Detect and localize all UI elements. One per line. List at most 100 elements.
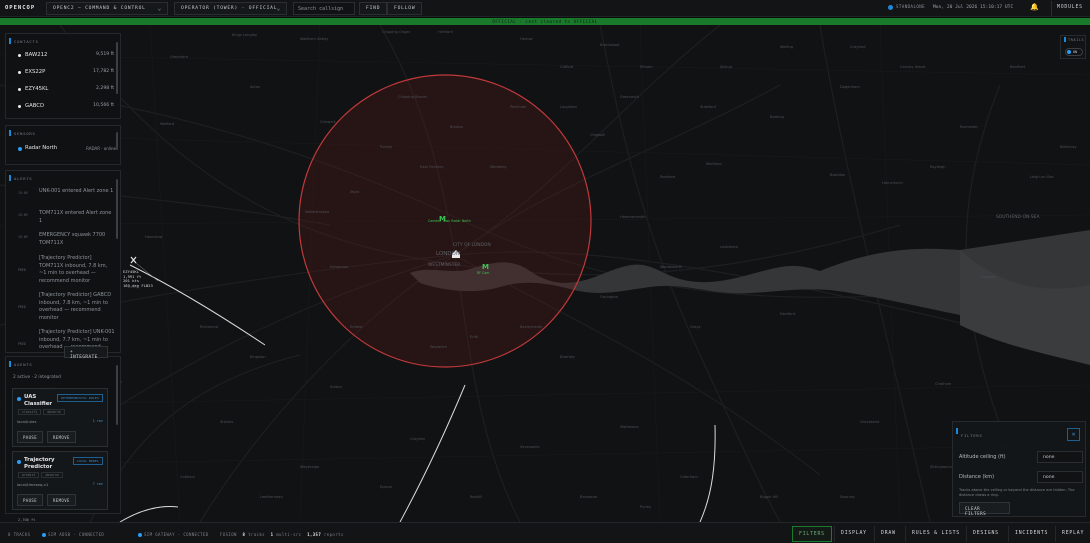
map-place-label: Barking	[770, 115, 784, 119]
agent-name: Trajectory Predictor	[24, 457, 55, 470]
map-place-label: Weybridge	[300, 465, 320, 469]
map-place-label: Rochester	[960, 125, 978, 129]
standalone-status: STANDALONE	[888, 4, 925, 10]
clear-filters-button[interactable]: CLEAR FILTERS	[959, 502, 1010, 516]
fusion-reports-label: reports	[323, 532, 344, 537]
agent-model: local/timeseq-v1	[17, 482, 49, 487]
map-place-label: Grays	[690, 325, 701, 329]
map-place-label: Greenwich	[620, 95, 640, 99]
distance-input[interactable]: none	[1037, 471, 1083, 483]
remove-button[interactable]: REMOVE	[47, 494, 76, 506]
contact-dot-icon	[18, 71, 21, 74]
sim-adsb-status: SIM ADSB · CONNECTED	[42, 532, 104, 537]
agent-model: local/rules	[17, 419, 37, 424]
map-place-label: Bexleyheath	[520, 325, 543, 329]
contact-altitude: 9,519 ft	[96, 52, 114, 57]
bottom-bar: 8 TRACKS SIM ADSB · CONNECTED SIM GATEWA…	[0, 522, 1090, 543]
agent-card: Trajectory Predictor LOCAL MODEL predict…	[12, 451, 108, 510]
map-place-label: Gravesend	[860, 420, 880, 424]
alert-item[interactable]: 15:09 UNK-001 entered Alert zone 1	[18, 188, 116, 208]
contacts-scrollbar[interactable]	[116, 42, 118, 94]
rules-lists-button[interactable]: RULES & LISTS	[905, 526, 966, 542]
alert-item[interactable]: 15:09 TOM711X entered Alert zone 1	[18, 210, 116, 230]
agent-tags: classify observe	[18, 409, 67, 415]
contact-dot-icon	[18, 88, 21, 91]
role-dropdown[interactable]: OPERATOR (TOWER) · OFFICIAL ⌄	[174, 2, 287, 15]
map-label-sensor-2: RF Cam	[477, 271, 490, 275]
map-label-city: CITY OF LONDON	[453, 243, 491, 248]
find-button[interactable]: FIND	[359, 2, 388, 15]
map-place-label: Sutton	[330, 385, 342, 389]
follow-button[interactable]: FOLLOW	[387, 2, 423, 15]
display-button[interactable]: DISPLAY	[834, 526, 873, 542]
contact-row[interactable]: EZY45KL 2,298 ft	[18, 85, 114, 95]
alert-item[interactable]: 15:09 EMERGENCY squawk 7700 TOM711X	[18, 232, 116, 252]
designs-button[interactable]: DESIGNS	[966, 526, 1005, 542]
map-place-label: Purley	[640, 505, 652, 509]
replay-button[interactable]: REPLAY	[1055, 526, 1090, 542]
standalone-label: STANDALONE	[896, 4, 926, 9]
filters-button[interactable]: FILTERS	[792, 526, 832, 542]
map-place-label: Ealing	[128, 285, 140, 289]
aircraft-marker-icon[interactable]	[130, 256, 137, 264]
contact-callsign: EXS22P	[25, 69, 46, 75]
workspace-label: OPENC2 — COMMAND & CONTROL	[53, 6, 146, 11]
map-place-label: Biggin Hill	[760, 495, 779, 499]
trails-toggle[interactable]: ON	[1065, 48, 1083, 56]
map-place-label: East Finchley	[420, 165, 444, 169]
map-place-label: Brixton	[450, 125, 463, 129]
contact-dot-icon	[18, 54, 21, 57]
close-icon[interactable]: ×	[1067, 428, 1080, 441]
alert-time: 15:09	[18, 191, 28, 195]
pause-button[interactable]: PAUSE	[17, 431, 44, 443]
alert-time: PRED	[18, 305, 26, 309]
map-view[interactable]: M M LONDON CITY OF LONDON WESTMINSTER SO…	[0, 25, 1090, 522]
pause-button[interactable]: PAUSE	[17, 494, 44, 506]
incidents-button[interactable]: INCIDENTS	[1008, 526, 1054, 542]
map-place-label: Enfield	[350, 325, 363, 329]
contact-row[interactable]: GABCD 10,566 ft	[18, 102, 114, 112]
map-place-label: Epsom	[380, 485, 393, 489]
map-place-label: Chatham	[935, 382, 952, 386]
tracks-count: 8 TRACKS	[8, 532, 31, 537]
map-place-label: Hertford	[438, 30, 453, 34]
agents-scrollbar[interactable]	[116, 365, 118, 425]
map-place-label: Orpington	[600, 295, 619, 299]
alerts-scrollbar[interactable]	[116, 179, 118, 239]
map-place-label: Chipping Ongar	[382, 30, 411, 34]
map-place-label: Loughton	[560, 105, 577, 109]
map-place-label: Brentwood	[600, 43, 620, 47]
agent-card: UAS Classifier DETERMINISTIC RULES class…	[12, 388, 108, 447]
modules-button[interactable]: MODULES	[1051, 1, 1089, 16]
sensor-row[interactable]: Radar North RADAR · online	[18, 144, 116, 154]
contact-dot-icon	[18, 105, 21, 108]
altitude-ceiling-input[interactable]: none	[1037, 451, 1083, 463]
map-place-label: Croydon	[410, 437, 425, 441]
map-place-label: Edmonton	[330, 265, 349, 269]
integrate-agent-button[interactable]: + INTEGRATE	[64, 346, 108, 360]
sensors-scrollbar[interactable]	[116, 132, 118, 150]
remove-button[interactable]: REMOVE	[47, 431, 76, 443]
contact-callsign: GABCD	[25, 103, 45, 109]
alert-time: 15:09	[18, 213, 28, 217]
track-trail	[699, 424, 716, 522]
contact-row[interactable]: EXS22P 17,782 ft	[18, 68, 114, 78]
alert-time: 15:09	[18, 235, 28, 239]
bell-icon[interactable]: 🔔	[1030, 3, 1039, 11]
map-place-label: Sidcup	[720, 65, 733, 69]
alert-item[interactable]: PRED [Trajectory Predictor] GABCD inboun…	[18, 292, 116, 328]
map-place-label: Watford	[160, 122, 175, 126]
contacts-panel: CONTACTS BAW212 9,519 ft EXS22P 17,782 f…	[5, 33, 121, 119]
filters-title: FILTERS	[956, 428, 983, 438]
callsign-search-input[interactable]: Search callsign	[293, 2, 355, 15]
contact-row[interactable]: BAW212 9,519 ft	[18, 51, 114, 61]
alert-item[interactable]: PRED [Trajectory Predictor] TOM711X inbo…	[18, 255, 116, 291]
workspace-dropdown[interactable]: OPENC2 — COMMAND & CONTROL ⌄	[46, 2, 168, 15]
draw-button[interactable]: DRAW	[874, 526, 902, 542]
map-place-label: Greenford	[170, 55, 189, 59]
map-place-label: Wembley	[490, 165, 507, 169]
track-label-flight: FLB23	[141, 282, 153, 288]
distance-label: Distance (km)	[959, 474, 995, 480]
fusion-label: FUSION	[220, 532, 237, 537]
sensor-marker-icon[interactable]: M	[482, 263, 489, 271]
